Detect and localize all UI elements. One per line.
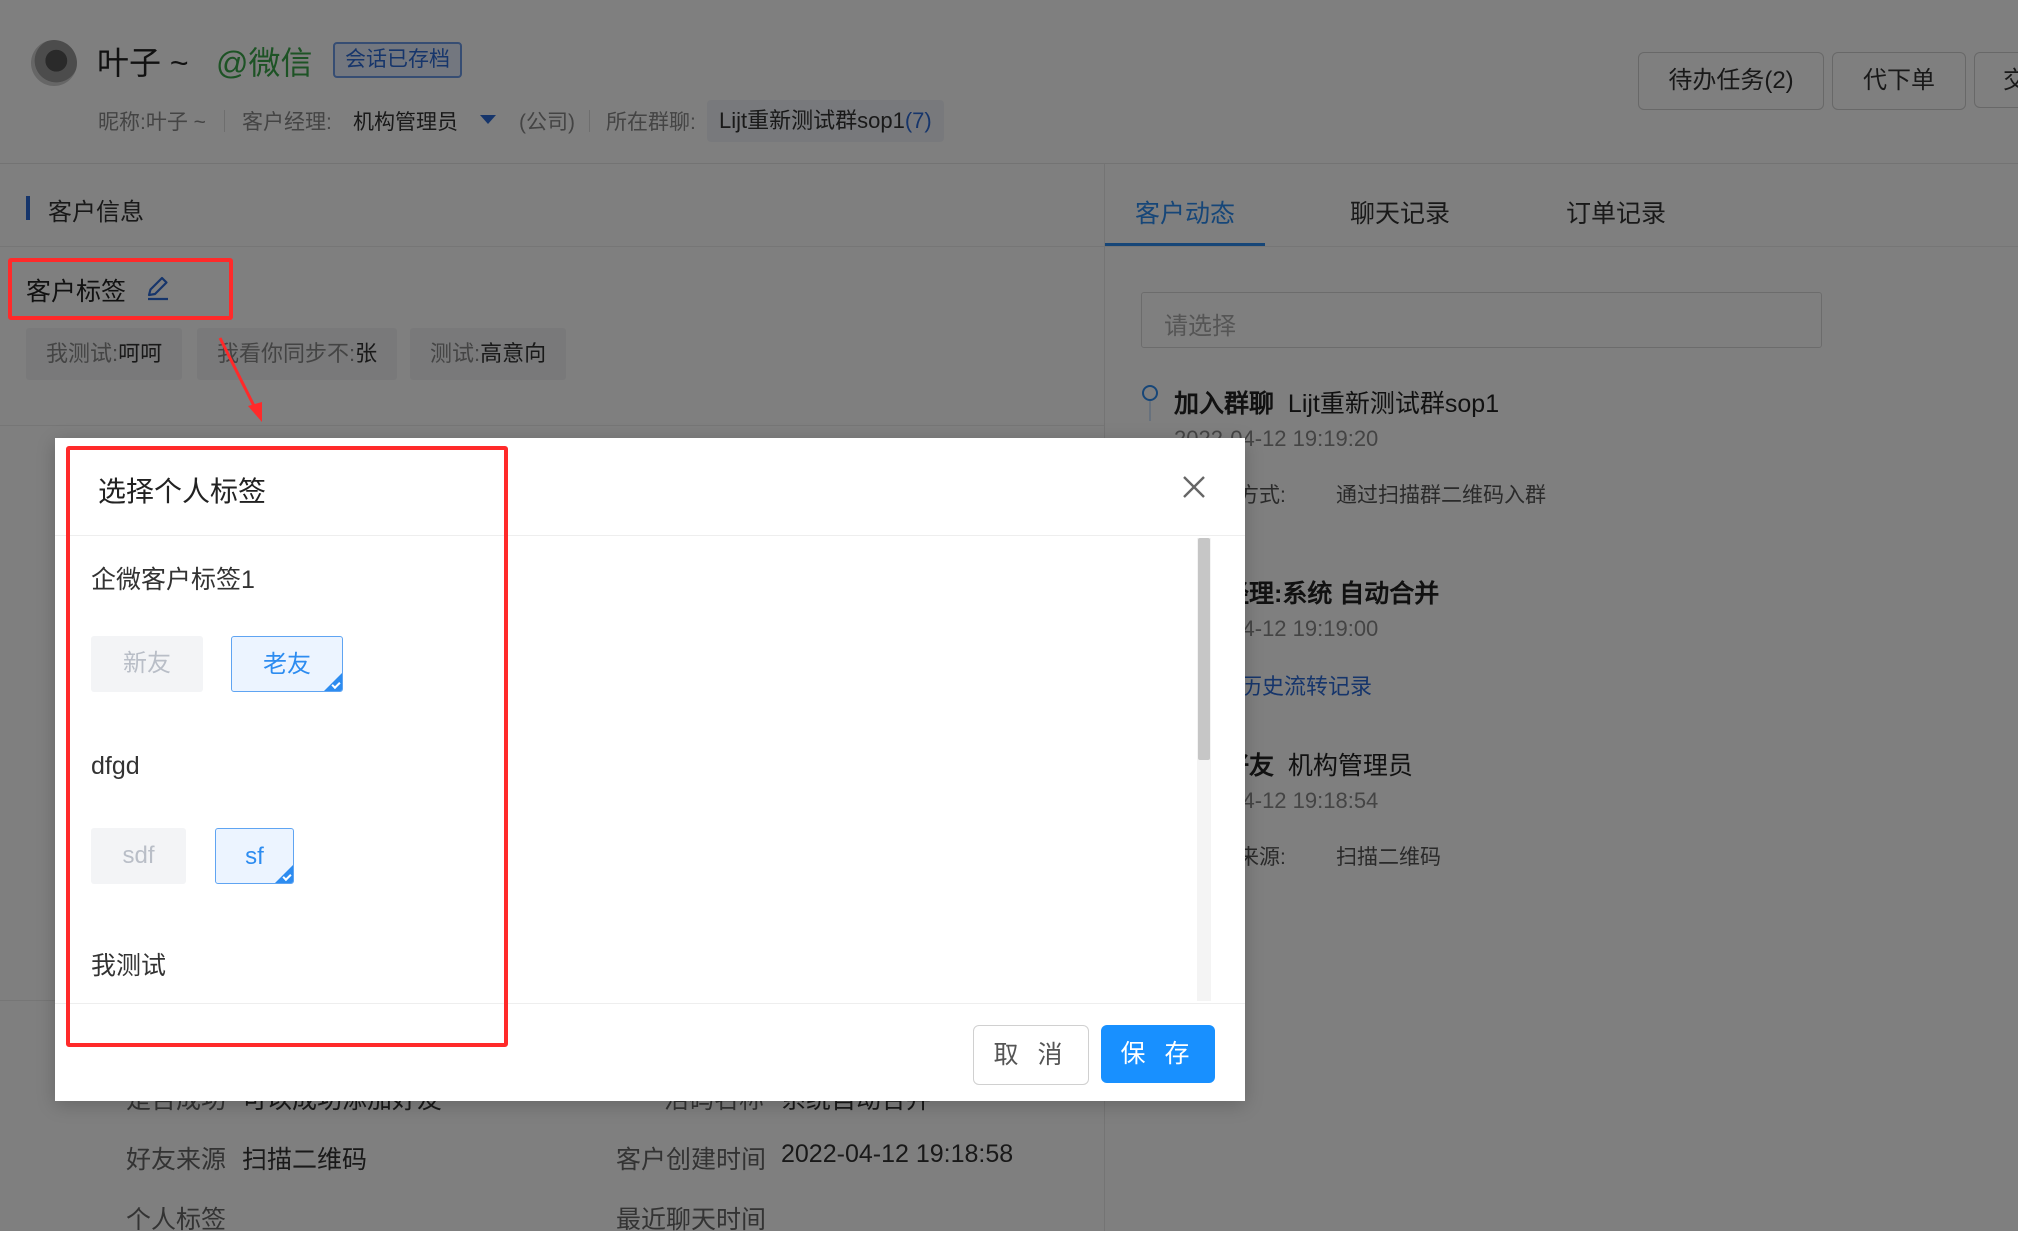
scrollbar-thumb[interactable] [1198,538,1210,760]
annotation-arrow-icon [218,337,262,422]
close-icon[interactable] [1181,474,1207,500]
save-button[interactable]: 保 存 [1101,1025,1215,1083]
cancel-button[interactable]: 取 消 [973,1025,1089,1085]
annotation-highlight-box [66,446,508,1047]
annotation-highlight-box [8,258,233,320]
